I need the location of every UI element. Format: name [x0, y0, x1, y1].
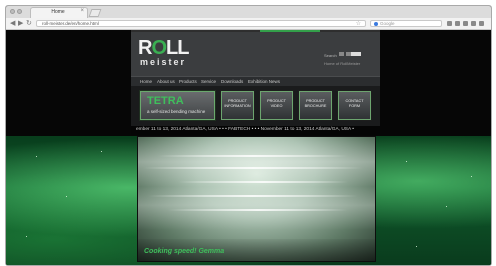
light-streak: [178, 181, 348, 183]
logo-letter-o: O: [151, 37, 167, 59]
light-streak: [143, 167, 363, 169]
tab-close-icon[interactable]: ×: [80, 8, 84, 14]
close-window-icon[interactable]: [10, 9, 15, 14]
logo-subtitle: meister: [140, 57, 187, 67]
reload-icon[interactable]: ↻: [26, 19, 32, 28]
main-navigation: Home About us Products Service Downloads…: [131, 76, 380, 86]
star-dot: [66, 196, 67, 197]
search-placeholder: Google: [380, 21, 395, 26]
forward-icon[interactable]: ▶: [18, 19, 23, 28]
light-streak: [158, 155, 348, 157]
star-dot: [26, 236, 27, 237]
browser-toolbar: ◀ ▶ ↻ roll-meister.de/en/home.html ☆ Goo…: [6, 18, 491, 30]
nav-item-products[interactable]: Products: [179, 79, 197, 84]
star-dot: [101, 151, 102, 152]
nav-item-downloads[interactable]: Downloads: [221, 79, 243, 84]
product-title: TETRA: [147, 95, 184, 107]
button-label: CONTACT FORM: [345, 99, 364, 108]
star-dot: [406, 161, 407, 162]
button-label: PRODUCT VIDEO: [267, 99, 286, 108]
url-text: roll-meister.de/en/home.html: [42, 21, 99, 26]
language-flags: [339, 52, 351, 56]
flag-icon[interactable]: [339, 52, 344, 56]
logo-letters: LL: [166, 37, 189, 59]
star-dot: [36, 156, 37, 157]
light-streak: [148, 195, 358, 197]
site-search-label[interactable]: Search: [324, 53, 337, 58]
extension-icon[interactable]: [455, 21, 460, 26]
nav-item-service[interactable]: Service: [201, 79, 216, 84]
logo-letter: R: [138, 37, 152, 59]
header-utility-link[interactable]: Home of RollMeister: [324, 61, 360, 66]
extension-icon[interactable]: [463, 21, 468, 26]
address-bar[interactable]: roll-meister.de/en/home.html ☆: [36, 20, 366, 27]
bookmark-star-icon[interactable]: ☆: [356, 20, 361, 27]
star-dot: [416, 246, 417, 247]
nav-item-about[interactable]: About us: [157, 79, 175, 84]
browser-search-box[interactable]: Google: [370, 20, 442, 27]
slide-caption: Cooking speed! Gemma: [144, 248, 225, 255]
ticker-text: ember 11 to 13, 2014 Atlanta/GA, USA • •…: [136, 127, 354, 132]
product-subtitle: a self-sized bending machine: [147, 109, 206, 114]
site-search-input[interactable]: [351, 52, 361, 56]
header-top-rule: [131, 30, 380, 32]
browser-window: Home × ◀ ▶ ↻ roll-meister.de/en/home.htm…: [5, 5, 492, 266]
header-accent-rule: [260, 30, 320, 32]
slide-caption-bar: Cooking speed! Gemma: [138, 239, 375, 261]
product-video-button[interactable]: PRODUCT VIDEO: [259, 90, 294, 121]
button-label: PRODUCT INFORMATION: [224, 99, 251, 108]
site-logo[interactable]: ROLL: [138, 37, 189, 59]
hero-slide[interactable]: Cooking speed! Gemma: [137, 136, 376, 262]
browser-tab[interactable]: Home ×: [30, 7, 88, 18]
minimize-window-icon[interactable]: [17, 9, 22, 14]
new-tab-button[interactable]: [88, 9, 102, 17]
contact-form-button[interactable]: CONTACT FORM: [337, 90, 372, 121]
star-dot: [471, 176, 472, 177]
light-streak: [168, 209, 348, 211]
star-dot: [446, 206, 447, 207]
tab-title: Home: [51, 9, 65, 15]
hero-background: Cooking speed! Gemma: [6, 136, 491, 265]
webpage: ROLL meister Search Home of RollMeister …: [6, 30, 491, 265]
back-icon[interactable]: ◀: [10, 19, 15, 28]
google-icon: [374, 22, 378, 26]
menu-icon[interactable]: [479, 21, 484, 26]
product-information-button[interactable]: PRODUCT INFORMATION: [220, 90, 255, 121]
nav-item-exhibition-news[interactable]: Exhibition News: [248, 79, 280, 84]
button-label: PRODUCT BROCHURE: [304, 99, 327, 108]
nav-item-home[interactable]: Home: [140, 79, 152, 84]
extension-icon[interactable]: [447, 21, 452, 26]
news-ticker[interactable]: ember 11 to 13, 2014 Atlanta/GA, USA • •…: [131, 126, 380, 135]
tetra-product-button[interactable]: TETRA a self-sized bending machine: [139, 90, 216, 121]
extension-icon[interactable]: [471, 21, 476, 26]
product-brochure-button[interactable]: PRODUCT BROCHURE: [298, 90, 333, 121]
